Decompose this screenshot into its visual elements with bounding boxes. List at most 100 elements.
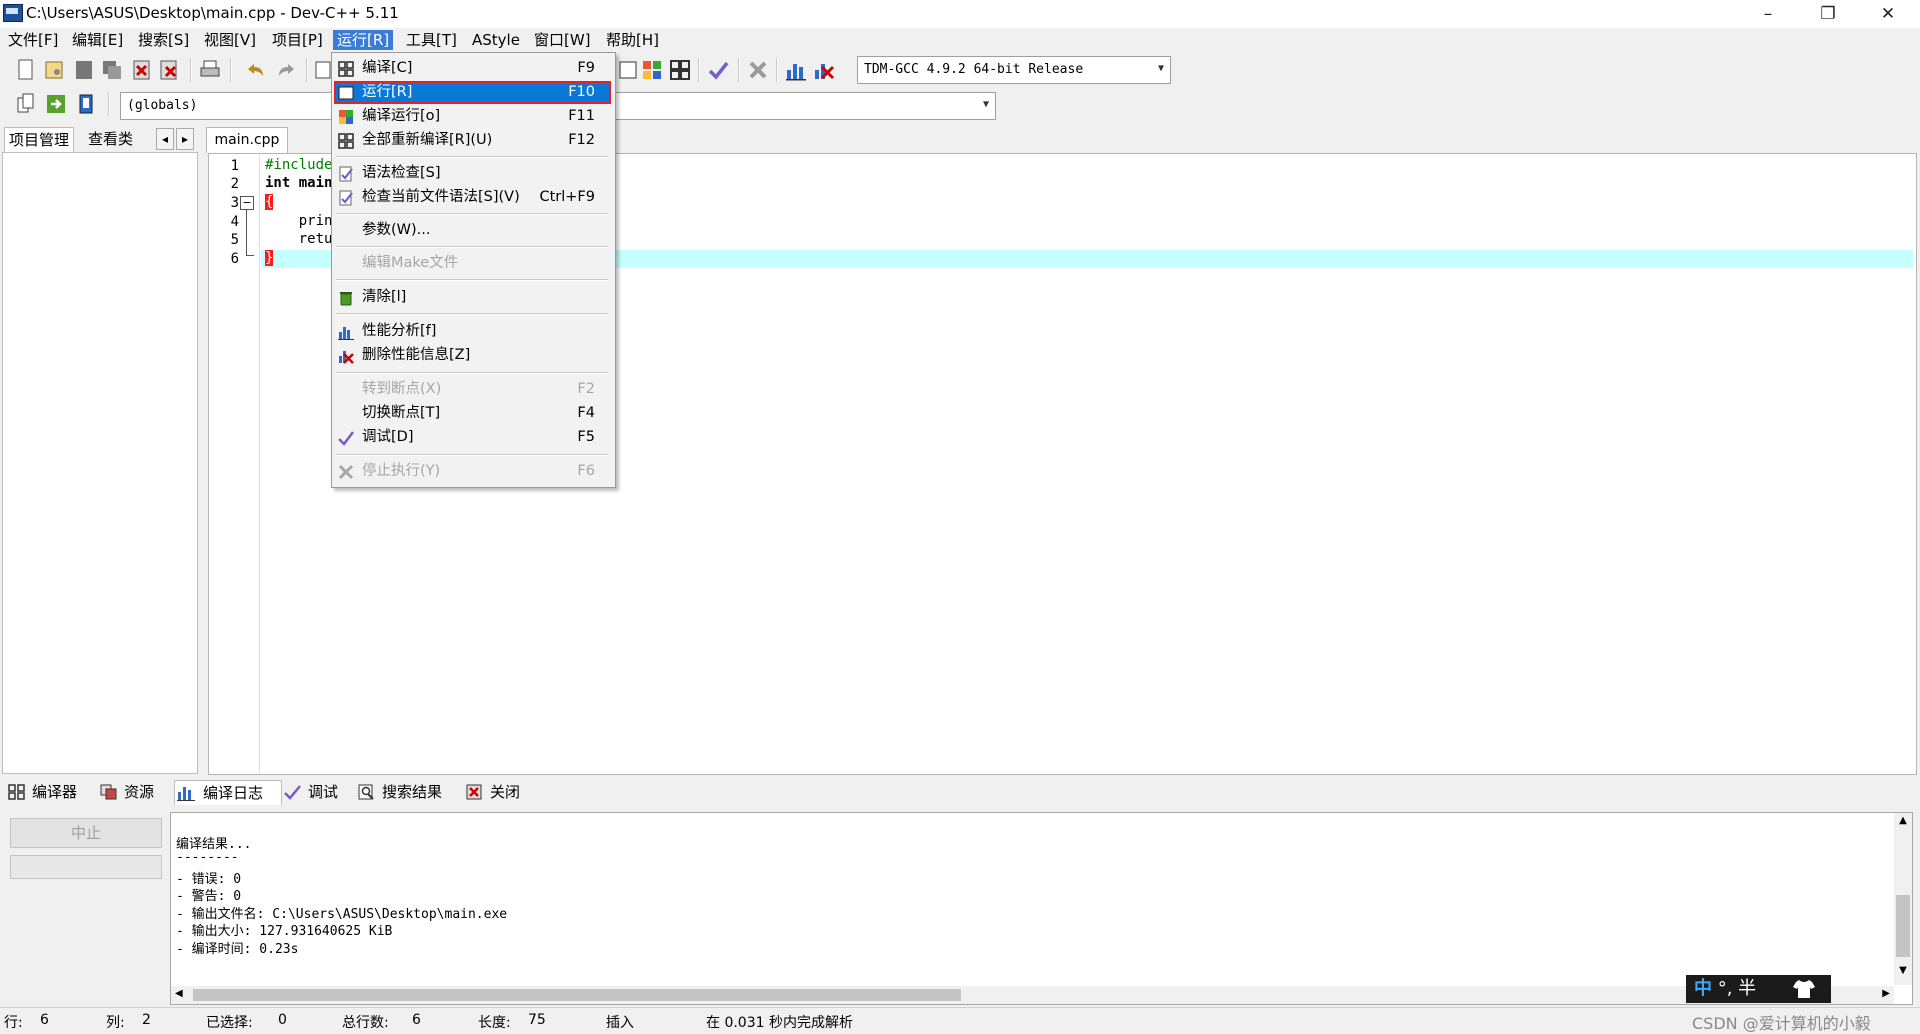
menu-bar: 文件[F] 编辑[E] 搜索[S] 视图[V] 项目[P] 运行[R] 工具[T… [0, 28, 1920, 52]
menu-edit[interactable]: 编辑[E] [68, 30, 127, 50]
redo-icon[interactable] [274, 58, 298, 82]
menu-item-profile[interactable]: 性能分析[f] [334, 320, 611, 343]
menu-item-syntax-check-file[interactable]: 检查当前文件语法[S](V) Ctrl+F9 [334, 186, 611, 209]
save-icon[interactable] [72, 58, 96, 82]
compiler-select[interactable]: TDM-GCC 4.9.2 64-bit Release ▼ [857, 56, 1171, 84]
code-line-1: #include [265, 157, 333, 173]
menu-item-debug[interactable]: 调试[D] F5 [334, 426, 611, 449]
compile-run-icon[interactable] [640, 58, 664, 82]
run-menu-dropdown: 编译[C] F9 运行[R] F10 编译运行[o] F11 全部重新编译[R]… [331, 52, 616, 488]
scroll-thumb-horizontal[interactable] [193, 989, 961, 1001]
menu-item-parameters[interactable]: 参数(W)... [334, 219, 611, 242]
menu-item-label: 性能分析[f] [362, 323, 437, 339]
menu-separator [336, 372, 608, 374]
scope-select[interactable]: (globals) [120, 92, 334, 120]
menu-run[interactable]: 运行[R] [333, 30, 394, 50]
editor-tab-main-cpp[interactable]: main.cpp [206, 127, 288, 153]
menu-item-label: 转到断点(X) [362, 381, 442, 397]
toolbar-separator [776, 58, 778, 82]
log-vertical-scrollbar[interactable]: ▲ ▼ [1894, 813, 1912, 985]
secondary-toolbar: (globals) ▼ [0, 88, 1920, 122]
bookmark-icon[interactable] [74, 92, 98, 116]
tab-compiler[interactable]: 编译器 [8, 780, 88, 804]
scroll-thumb[interactable] [1896, 895, 1910, 957]
save-all-icon[interactable] [100, 58, 124, 82]
csdn-watermark: CSDN @爱计算机的小毅 [1692, 1014, 1871, 1033]
ime-mode: 中 [1694, 978, 1712, 999]
compile-log-output[interactable]: 编译结果... -------- - 错误: 0 - 警告: 0 - 输出文件名… [170, 812, 1913, 1005]
menu-item-shortcut: F12 [568, 132, 595, 148]
menu-tools[interactable]: 工具[T] [402, 30, 461, 50]
log-line: - 输出大小: 127.931640625 KiB [176, 924, 393, 939]
rebuild-all-icon[interactable] [668, 58, 692, 82]
tab-scroll-left-button[interactable]: ◂ [156, 128, 174, 150]
menu-view[interactable]: 视图[V] [200, 30, 260, 50]
status-row-label: 行: [4, 1015, 23, 1031]
menu-item-label: 语法检查[S] [362, 165, 441, 181]
menu-item-delete-profile[interactable]: 删除性能信息[Z] [334, 344, 611, 367]
menu-item-shortcut: F9 [577, 60, 595, 76]
menu-file[interactable]: 文件[F] [4, 30, 62, 50]
rebuild-all-icon [338, 133, 354, 149]
scroll-left-icon[interactable]: ◀ [175, 988, 183, 999]
tab-search-results[interactable]: 搜索结果 [358, 780, 454, 804]
insert-icon[interactable] [14, 92, 38, 116]
fullscreen-icon[interactable] [616, 58, 640, 82]
menu-item-compile-run[interactable]: 编译运行[o] F11 [334, 105, 611, 128]
menu-separator [336, 246, 608, 248]
close-file-icon[interactable] [130, 58, 154, 82]
log-horizontal-scrollbar[interactable]: ◀ ▶ [171, 986, 1894, 1004]
scroll-right-icon[interactable]: ▶ [1882, 988, 1890, 999]
menu-window[interactable]: 窗口[W] [530, 30, 595, 50]
profile-icon[interactable] [784, 58, 808, 82]
scroll-up-icon[interactable]: ▲ [1894, 815, 1912, 826]
menu-astyle[interactable]: AStyle [468, 30, 524, 50]
minimize-button[interactable]: – [1740, 0, 1796, 28]
log-line: -------- [176, 850, 239, 865]
ime-indicator[interactable]: 中 °, 半 [1686, 975, 1831, 1003]
tshirt-skin-icon[interactable] [1792, 978, 1816, 1000]
status-length-value: 75 [528, 1012, 546, 1028]
tab-project-manager[interactable]: 项目管理 [4, 127, 75, 152]
debug-check-icon [338, 431, 354, 446]
menu-item-label: 编译运行[o] [362, 108, 441, 124]
scroll-down-icon[interactable]: ▼ [1894, 965, 1912, 976]
menu-item-toggle-breakpoint[interactable]: 切换断点[T] F4 [334, 402, 611, 425]
delete-profile-icon[interactable] [812, 58, 836, 82]
undo-icon[interactable] [244, 58, 268, 82]
code-line-4: prin [265, 213, 333, 229]
close-all-icon[interactable] [158, 58, 182, 82]
new-file-icon[interactable] [14, 58, 38, 82]
tab-close[interactable]: 关闭 [466, 780, 532, 804]
tab-debug[interactable]: 调试 [284, 780, 348, 804]
restore-button[interactable]: ❐ [1800, 0, 1856, 28]
tab-class-browser[interactable]: 查看类 [84, 127, 137, 151]
menu-separator [336, 279, 608, 281]
menu-search[interactable]: 搜索[S] [134, 30, 193, 50]
syntax-check-file-icon [339, 190, 353, 206]
menu-project[interactable]: 项目[P] [268, 30, 327, 50]
tab-compile-log[interactable]: 编译日志 [174, 780, 282, 805]
tab-scroll-right-button[interactable]: ▸ [176, 128, 194, 150]
toolbar-separator [306, 58, 308, 82]
menu-item-syntax-check[interactable]: 语法检查[S] [334, 162, 611, 185]
gutter-divider [259, 154, 260, 774]
menu-item-compile[interactable]: 编译[C] F9 [334, 57, 611, 80]
debug-check-icon[interactable] [706, 58, 730, 82]
open-file-icon[interactable] [42, 58, 66, 82]
function-select[interactable]: ▼ [612, 92, 996, 120]
menu-separator [336, 313, 608, 315]
menu-item-clean[interactable]: 清除[l] [334, 286, 611, 309]
project-tree-panel[interactable] [2, 152, 198, 774]
menu-help[interactable]: 帮助[H] [602, 30, 663, 50]
menu-item-shortcut: F10 [568, 84, 595, 100]
menu-item-rebuild-all[interactable]: 全部重新编译[R](U) F12 [334, 129, 611, 152]
close-button[interactable]: ✕ [1860, 0, 1916, 28]
stop-execution-icon[interactable] [746, 58, 770, 82]
fold-collapse-icon[interactable]: − [240, 196, 254, 210]
menu-item-run[interactable]: 运行[R] F10 [334, 81, 611, 104]
print-icon[interactable] [198, 58, 222, 82]
title-bar: C:\Users\ASUS\Desktop\main.cpp - Dev-C++… [0, 0, 1920, 28]
goto-icon[interactable] [44, 92, 68, 116]
tab-resources[interactable]: 资源 [100, 780, 166, 804]
